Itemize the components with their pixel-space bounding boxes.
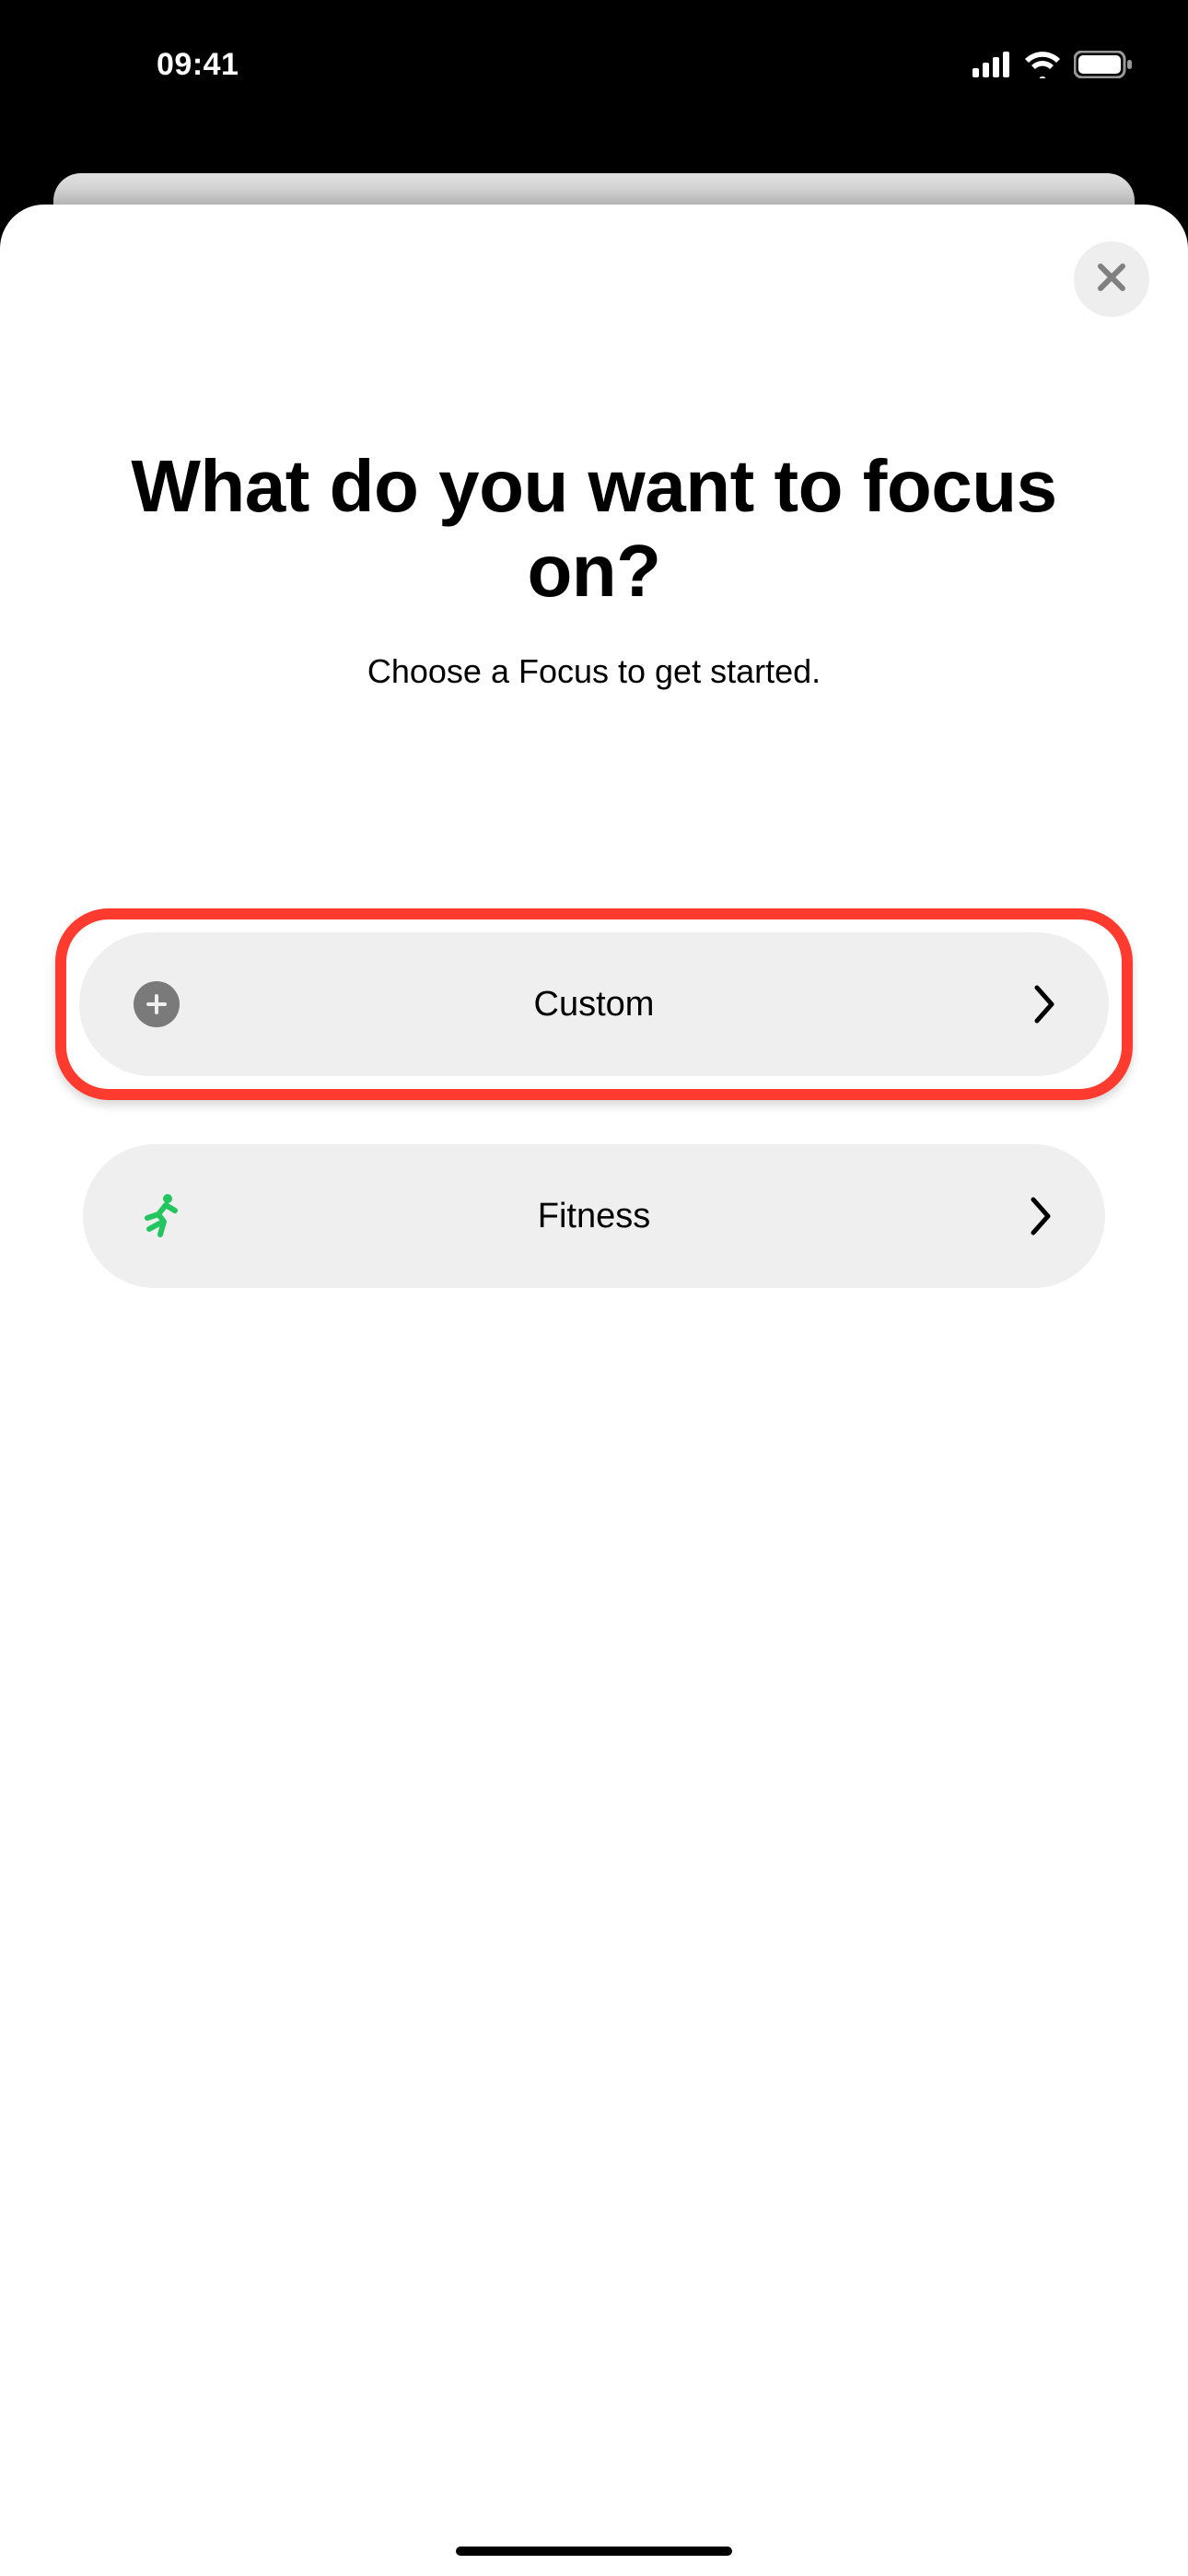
- focus-option-custom[interactable]: Custom: [79, 932, 1109, 1076]
- page-title: What do you want to focus on?: [0, 444, 1188, 614]
- running-person-icon: [133, 1188, 188, 1244]
- status-indicators: [973, 51, 1133, 78]
- plus-circle-icon: [129, 977, 184, 1032]
- close-icon: [1095, 261, 1128, 299]
- focus-option-label: Fitness: [83, 1197, 1105, 1236]
- chevron-right-icon: [1030, 984, 1059, 1025]
- cellular-signal-icon: [973, 52, 1011, 77]
- wifi-icon: [1024, 51, 1061, 78]
- battery-icon: [1074, 51, 1133, 78]
- focus-setup-modal: What do you want to focus on? Choose a F…: [0, 205, 1188, 2576]
- focus-option-label: Custom: [79, 985, 1109, 1025]
- modal-content: What do you want to focus on? Choose a F…: [0, 205, 1188, 1288]
- chevron-right-icon: [1026, 1196, 1055, 1236]
- page-subtitle: Choose a Focus to get started.: [0, 652, 1188, 691]
- focus-option-fitness[interactable]: Fitness: [83, 1144, 1105, 1288]
- status-bar: 09:41: [0, 0, 1188, 129]
- focus-options-list: Custom: [0, 908, 1188, 1288]
- highlight-annotation: Custom: [55, 908, 1133, 1100]
- close-button[interactable]: [1074, 241, 1149, 317]
- status-time: 09:41: [157, 47, 239, 83]
- home-indicator[interactable]: [456, 2547, 732, 2556]
